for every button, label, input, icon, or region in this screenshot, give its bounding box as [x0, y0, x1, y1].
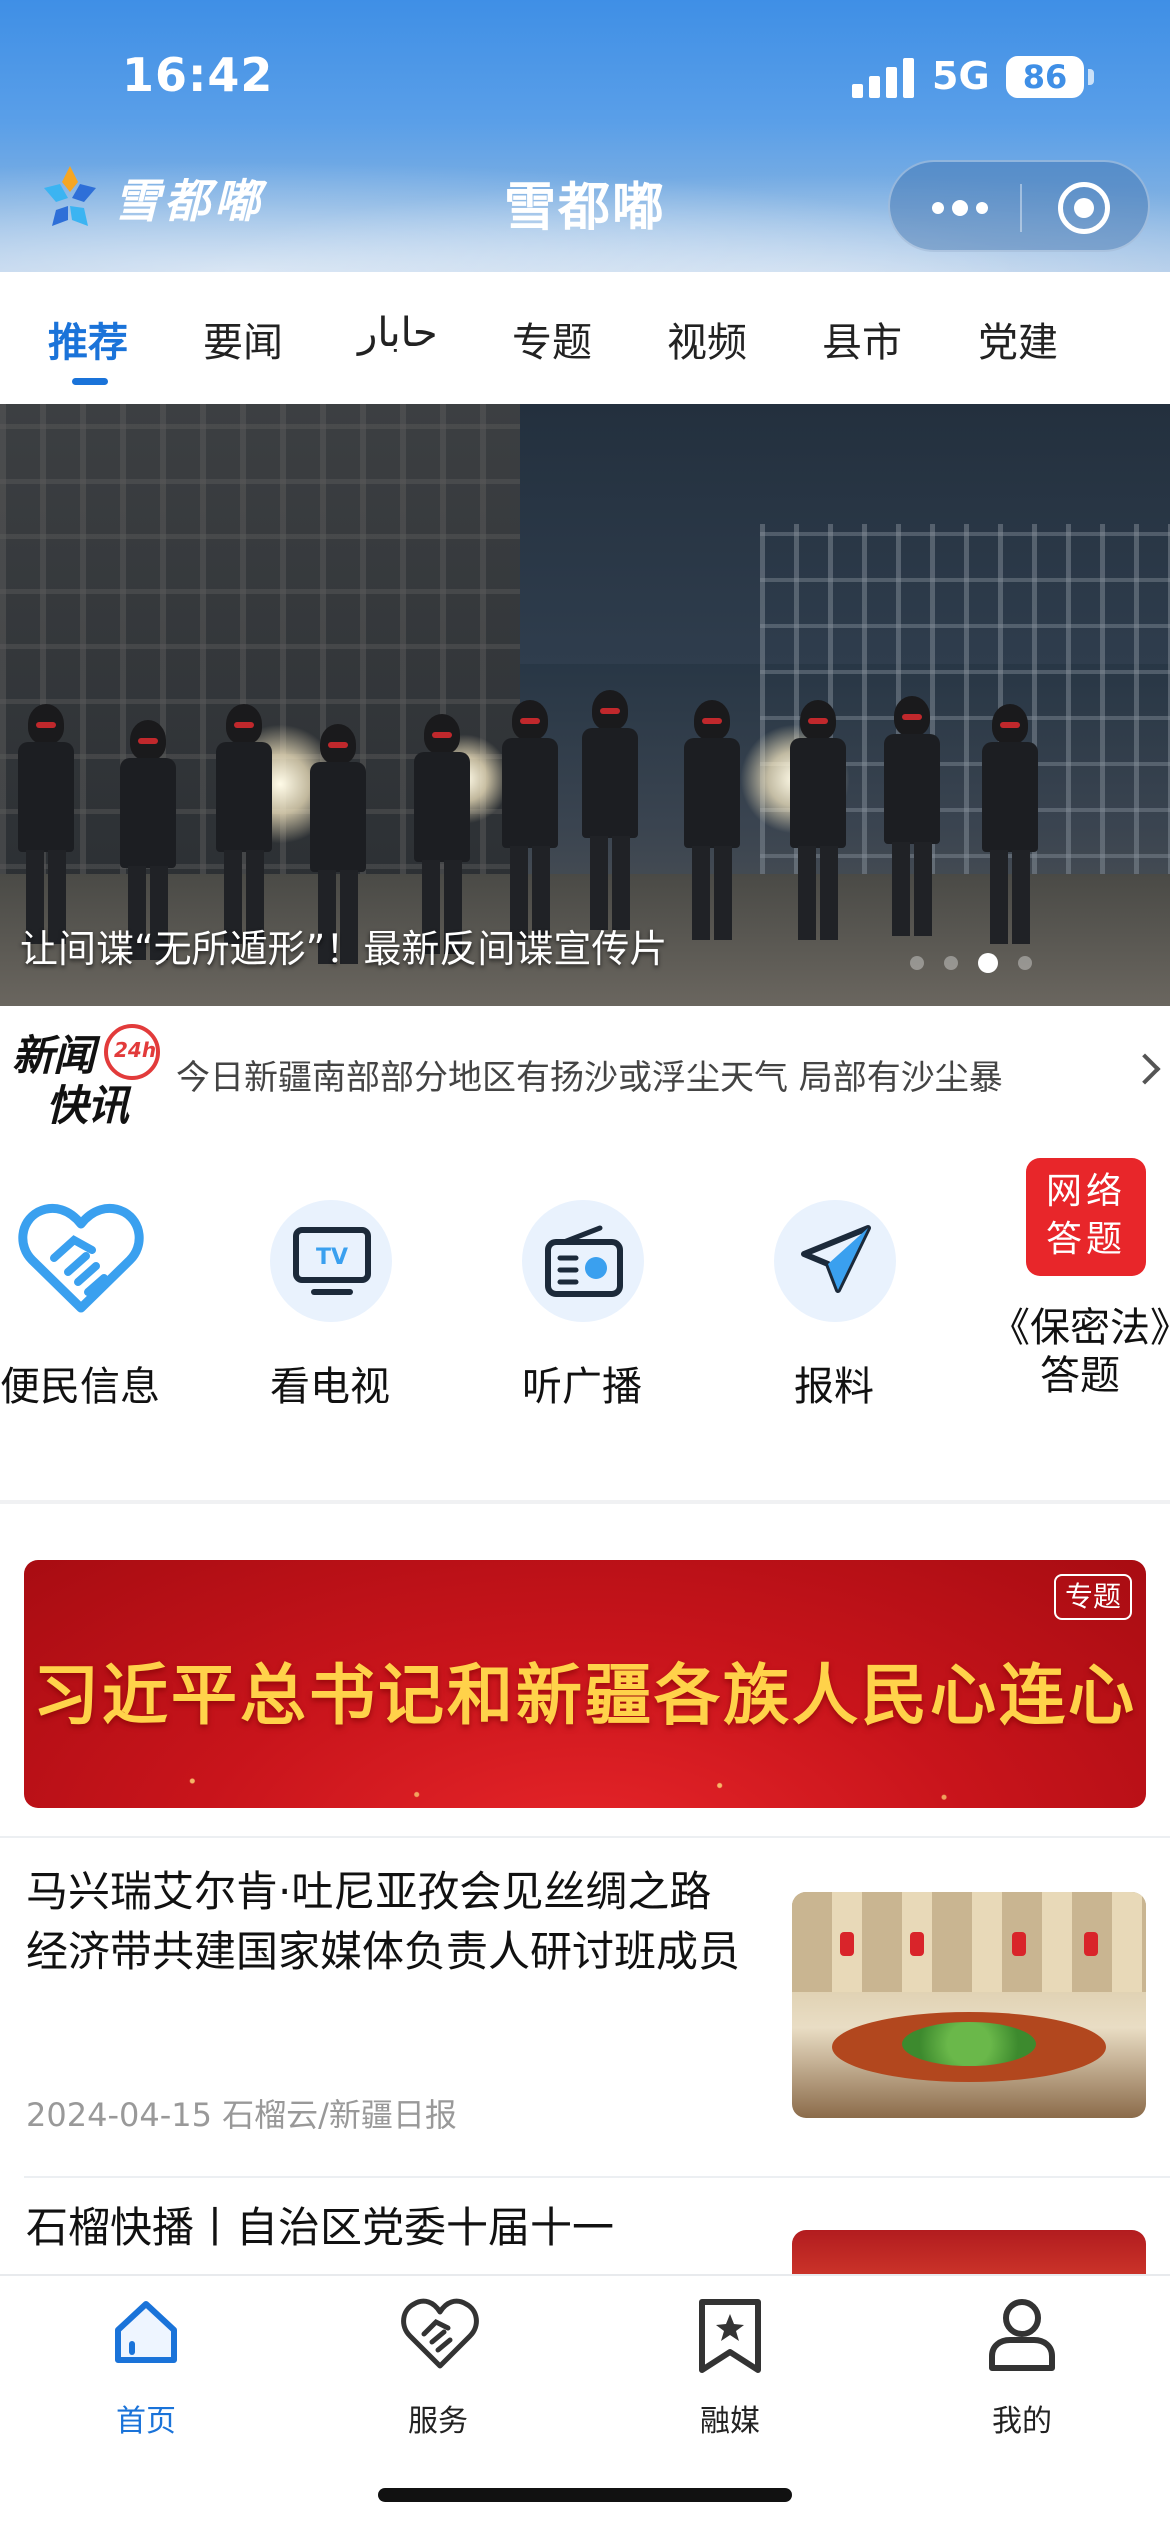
hero-banner[interactable]: 让间谍“无所遁形”！最新反间谍宣传片: [0, 404, 1170, 1006]
tab-video[interactable]: 视频: [667, 310, 747, 368]
topic-title: 习近平总书记和新疆各族人民心连心: [33, 1657, 1137, 1734]
article-thumbnail[interactable]: [792, 1892, 1146, 2118]
svg-text:TV: TV: [316, 1245, 348, 1270]
mini-program-capsule[interactable]: [888, 160, 1150, 252]
topic-tag: 专题: [1054, 1574, 1132, 1620]
pagination-dot-active[interactable]: [978, 953, 998, 973]
banner-figure: [680, 700, 744, 940]
article-item[interactable]: 马兴瑞艾尔肯·吐尼亚孜会见丝绸之路经济带共建国家媒体负责人研讨班成员 2024-…: [0, 1862, 1170, 2162]
tab-label: 融媒: [700, 2404, 760, 2439]
capsule-divider: [1020, 184, 1022, 232]
news-flash-bar[interactable]: 新闻 24h 快讯 今日新疆南部部分地区有扬沙或浮尘天气 局部有沙尘暴: [0, 1006, 1170, 1136]
banner-figure: [14, 704, 78, 944]
article-title[interactable]: 马兴瑞艾尔肯·吐尼亚孜会见丝绸之路经济带共建国家媒体负责人研讨班成员: [26, 1862, 746, 1982]
handshake-heart-icon: [401, 2298, 479, 2369]
article-title[interactable]: 石榴快播丨自治区党委十届十一: [26, 2198, 786, 2258]
badge-line2: 答题: [1045, 1219, 1126, 1260]
tab-headlines[interactable]: 要闻: [203, 310, 283, 368]
bookmark-star-icon: [699, 2299, 761, 2373]
handshake-heart-icon: [18, 1204, 144, 1313]
service-convenience[interactable]: 便民信息: [0, 1196, 200, 1426]
tab-counties[interactable]: 县市: [822, 310, 902, 368]
battery-cap: [1088, 69, 1094, 85]
home-indicator[interactable]: [378, 2488, 792, 2502]
tab-party[interactable]: 党建: [978, 310, 1058, 368]
app-header: 16:42 5G 86 雪都嘟 雪都嘟: [0, 0, 1170, 272]
banner-pagination: [910, 953, 1032, 973]
tab-label: 首页: [116, 2404, 176, 2439]
tv-icon: TV: [293, 1227, 371, 1295]
label-line2: 答题: [1040, 1353, 1120, 1399]
tab-services[interactable]: 服务: [338, 2296, 538, 2439]
radio-icon: [545, 1225, 623, 1297]
article-divider: [24, 2176, 1170, 2178]
service-radio[interactable]: 听广播: [462, 1196, 702, 1426]
clock-badge: 24h: [114, 1038, 157, 1062]
badge-line1: 网络: [1045, 1171, 1126, 1212]
label-line1: 《保密法》: [990, 1305, 1170, 1351]
close-target-icon[interactable]: [1058, 182, 1110, 234]
pagination-dot[interactable]: [944, 956, 958, 970]
service-report[interactable]: 报料: [714, 1196, 954, 1426]
tab-media[interactable]: 融媒: [630, 2296, 830, 2439]
chevron-right-icon[interactable]: [1129, 1053, 1161, 1085]
pagination-dot[interactable]: [910, 956, 924, 970]
service-label: 听广播: [522, 1364, 642, 1410]
article-thumbnail[interactable]: [792, 2230, 1146, 2274]
status-time: 16:42: [122, 48, 274, 102]
section-divider: [0, 1836, 1170, 1838]
tab-topics[interactable]: 专题: [512, 310, 592, 368]
secrecy-law-quiz-label: 《保密法》 答题: [990, 1304, 1170, 1400]
service-label: 报料: [794, 1364, 874, 1410]
news-flash-logo: 新闻 24h 快讯: [12, 1022, 162, 1130]
active-tab-indicator: [72, 378, 108, 385]
banner-figure: [880, 696, 944, 936]
more-icon[interactable]: [920, 186, 1000, 230]
service-label: 便民信息: [0, 1364, 160, 1410]
paper-plane-icon: [801, 1225, 871, 1293]
tab-label: 我的: [992, 2404, 1052, 2439]
user-icon: [989, 2299, 1055, 2371]
online-quiz-badge[interactable]: 网络 答题: [1026, 1158, 1146, 1276]
banner-figure: [578, 690, 642, 930]
banner-figure: [212, 704, 276, 944]
section-divider: [0, 1500, 1170, 1504]
news-flash-logo-line2: 快讯: [46, 1081, 129, 1130]
network-label: 5G: [932, 54, 990, 98]
category-tabs: 推荐 要闻 حابار 专题 视频 县市 党建: [0, 272, 1170, 402]
topic-banner[interactable]: 习近平总书记和新疆各族人民心连心 专题: [24, 1560, 1146, 1808]
pagination-dot[interactable]: [1018, 956, 1032, 970]
banner-figure: [786, 700, 850, 940]
service-label: 看电视: [270, 1364, 390, 1410]
news-flash-text[interactable]: 今日新疆南部部分地区有扬沙或浮尘天气 局部有沙尘暴: [176, 1050, 1003, 1099]
banner-caption[interactable]: 让间谍“无所遁形”！最新反间谍宣传片: [20, 918, 667, 973]
banner-figure: [978, 704, 1042, 944]
article-item[interactable]: 石榴快播丨自治区党委十届十一: [0, 2198, 1170, 2274]
banner-figure: [498, 700, 562, 940]
tab-recommend[interactable]: 推荐: [48, 310, 128, 368]
home-icon: [115, 2301, 177, 2363]
tab-mine[interactable]: 我的: [922, 2296, 1122, 2439]
tab-kazakh[interactable]: حابار: [358, 310, 438, 356]
article-meta: 2024-04-15 石榴云/新疆日报: [26, 2096, 457, 2134]
tab-home[interactable]: 首页: [46, 2296, 246, 2439]
battery-icon: 86: [1006, 56, 1084, 98]
service-tv[interactable]: TV 看电视: [210, 1196, 450, 1426]
signal-icon: [852, 58, 916, 98]
tab-label: 服务: [408, 2404, 468, 2439]
